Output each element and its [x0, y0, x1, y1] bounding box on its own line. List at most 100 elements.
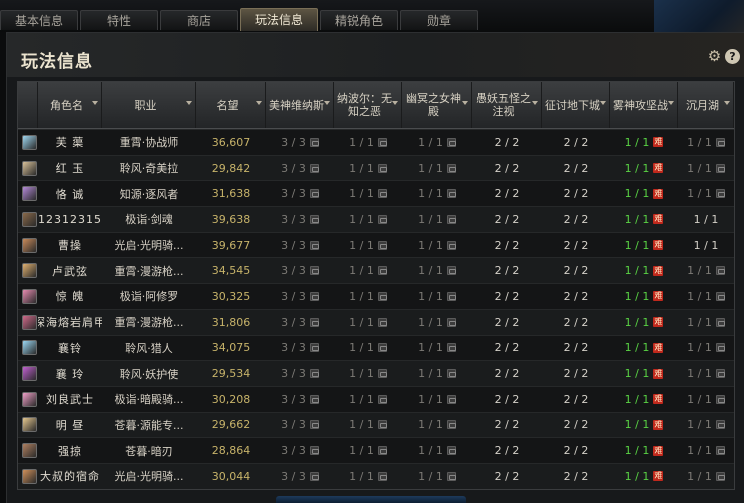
difficulty-badge-icon[interactable]: 难: [653, 214, 664, 225]
lock-icon[interactable]: [377, 240, 387, 250]
table-row[interactable]: 卢武弦 重霄·漫游枪... 34,545 3 / 3 1 / 1 1 / 1 2 / 2 2 …: [18, 257, 734, 284]
lock-icon[interactable]: [309, 291, 319, 301]
lock-icon[interactable]: [715, 266, 725, 276]
lock-icon[interactable]: [446, 446, 456, 456]
lock-icon[interactable]: [377, 317, 387, 327]
lock-icon[interactable]: [309, 240, 319, 250]
column-header-1[interactable]: 角色名: [38, 82, 102, 128]
lock-icon[interactable]: [377, 291, 387, 301]
lock-icon[interactable]: [715, 394, 725, 404]
difficulty-badge-icon[interactable]: 难: [653, 265, 664, 276]
lock-icon[interactable]: [715, 189, 725, 199]
lock-icon[interactable]: [309, 446, 319, 456]
lock-icon[interactable]: [715, 137, 725, 147]
tab-2[interactable]: 商店: [160, 10, 238, 30]
table-row[interactable]: 襄铃 聆风·猎人 34,075 3 / 3 1 / 1 1 / 1 2 / 2 2 / 2 1 …: [18, 334, 734, 361]
column-header-10[interactable]: 沉月湖: [678, 82, 734, 128]
sort-caret-icon[interactable]: [668, 101, 674, 105]
difficulty-badge-icon[interactable]: 难: [653, 317, 664, 328]
difficulty-badge-icon[interactable]: 难: [653, 137, 664, 148]
difficulty-badge-icon[interactable]: 难: [653, 445, 664, 456]
table-row[interactable]: 芙 蕖 重霄·协战师 36,607 3 / 3 1 / 1 1 / 1 2 / 2 2 / 2…: [18, 129, 734, 155]
lock-icon[interactable]: [377, 420, 387, 430]
lock-icon[interactable]: [309, 394, 319, 404]
gear-icon[interactable]: ⚙: [707, 49, 722, 64]
lock-icon[interactable]: [715, 317, 725, 327]
lock-icon[interactable]: [309, 420, 319, 430]
lock-icon[interactable]: [446, 189, 456, 199]
difficulty-badge-icon[interactable]: 难: [653, 188, 664, 199]
column-header-3[interactable]: 名望: [196, 82, 266, 128]
lock-icon[interactable]: [377, 471, 387, 481]
lock-icon[interactable]: [377, 446, 387, 456]
lock-icon[interactable]: [446, 214, 456, 224]
lock-icon[interactable]: [309, 163, 319, 173]
table-row[interactable]: 大叔的宿命 光启·光明骑... 30,044 3 / 3 1 / 1 1 / 1 2 / 2…: [18, 462, 734, 489]
lock-icon[interactable]: [309, 471, 319, 481]
table-row[interactable]: 恪 诚 知源·逐风者 31,638 3 / 3 1 / 1 1 / 1 2 / 2 2 / 2…: [18, 180, 734, 207]
lock-icon[interactable]: [715, 343, 725, 353]
column-header-2[interactable]: 职业: [102, 82, 196, 128]
difficulty-badge-icon[interactable]: 难: [653, 394, 664, 405]
lock-icon[interactable]: [446, 266, 456, 276]
table-row[interactable]: 刘良武士 极诣·暗殿骑... 30,208 3 / 3 1 / 1 1 / 1 2 / 2 2…: [18, 385, 734, 412]
difficulty-badge-icon[interactable]: 难: [653, 471, 664, 482]
column-header-9[interactable]: 雾神攻坚战: [610, 82, 678, 128]
column-header-8[interactable]: 征讨地下城: [542, 82, 610, 128]
difficulty-badge-icon[interactable]: 难: [653, 240, 664, 251]
lock-icon[interactable]: [377, 343, 387, 353]
tab-4[interactable]: 精锐角色: [320, 10, 398, 30]
column-header-6[interactable]: 幽冥之女神殿: [402, 82, 472, 128]
lock-icon[interactable]: [309, 369, 319, 379]
difficulty-badge-icon[interactable]: 难: [653, 291, 664, 302]
table-row[interactable]: 11123123151​2 极诣·剑魂 39,638 3 / 3 1 / 1 1 / 1 2…: [18, 206, 734, 232]
column-header-7[interactable]: 愚妖五怪之注视: [472, 82, 542, 128]
tab-5[interactable]: 勋章: [400, 10, 478, 30]
lock-icon[interactable]: [446, 137, 456, 147]
lock-icon[interactable]: [446, 369, 456, 379]
help-icon[interactable]: ?: [725, 49, 740, 64]
sort-caret-icon[interactable]: [600, 101, 606, 105]
lock-icon[interactable]: [309, 343, 319, 353]
difficulty-badge-icon[interactable]: 难: [653, 342, 664, 353]
table-row[interactable]: 曹操 光启·光明骑... 39,677 3 / 3 1 / 1 1 / 1 2 / 2 2 /…: [18, 231, 734, 258]
sort-caret-icon[interactable]: [532, 101, 538, 105]
lock-icon[interactable]: [309, 189, 319, 199]
lock-icon[interactable]: [715, 420, 725, 430]
lock-icon[interactable]: [377, 137, 387, 147]
lock-icon[interactable]: [446, 317, 456, 327]
table-row[interactable]: 红 玉 聆风·奇美拉 29,842 3 / 3 1 / 1 1 / 1 2 / 2 2 / 2…: [18, 154, 734, 181]
difficulty-badge-icon[interactable]: 难: [653, 163, 664, 174]
table-row[interactable]: 强掠 苍暮·暗刃 28,864 3 / 3 1 / 1 1 / 1 2 / 2 2 / 2 1 …: [18, 437, 734, 463]
lock-icon[interactable]: [377, 189, 387, 199]
lock-icon[interactable]: [377, 266, 387, 276]
lock-icon[interactable]: [309, 137, 319, 147]
lock-icon[interactable]: [309, 214, 319, 224]
lock-icon[interactable]: [446, 163, 456, 173]
column-header-4[interactable]: 美神维纳斯: [266, 82, 334, 128]
lock-icon[interactable]: [446, 343, 456, 353]
table-row[interactable]: 襄 玲 聆风·妖护使 29,534 3 / 3 1 / 1 1 / 1 2 / 2 2 / 2…: [18, 360, 734, 386]
lock-icon[interactable]: [715, 471, 725, 481]
lock-icon[interactable]: [377, 394, 387, 404]
lock-icon[interactable]: [377, 214, 387, 224]
table-row[interactable]: 明 昼 苍暮·源能专... 29,662 3 / 3 1 / 1 1 / 1 2 / 2 2 …: [18, 411, 734, 438]
lock-icon[interactable]: [309, 266, 319, 276]
sort-caret-icon[interactable]: [186, 101, 192, 105]
table-row[interactable]: 惊 魄 极诣·阿修罗 30,325 3 / 3 1 / 1 1 / 1 2 / 2 2 / 2…: [18, 283, 734, 309]
lock-icon[interactable]: [446, 471, 456, 481]
sort-caret-icon[interactable]: [92, 101, 98, 105]
table-row[interactable]: 深海熔岩肩甲 重霄·漫游枪... 31,806 3 / 3 1 / 1 1 / 1 2 / …: [18, 308, 734, 335]
lock-icon[interactable]: [377, 369, 387, 379]
lock-icon[interactable]: [309, 317, 319, 327]
lock-icon[interactable]: [446, 240, 456, 250]
lock-icon[interactable]: [377, 163, 387, 173]
lock-icon[interactable]: [446, 291, 456, 301]
scroll-indicator[interactable]: [276, 496, 466, 503]
lock-icon[interactable]: [715, 163, 725, 173]
sort-caret-icon[interactable]: [724, 101, 730, 105]
lock-icon[interactable]: [446, 420, 456, 430]
tab-1[interactable]: 特性: [80, 10, 158, 30]
sort-caret-icon[interactable]: [324, 101, 330, 105]
difficulty-badge-icon[interactable]: 难: [653, 419, 664, 430]
